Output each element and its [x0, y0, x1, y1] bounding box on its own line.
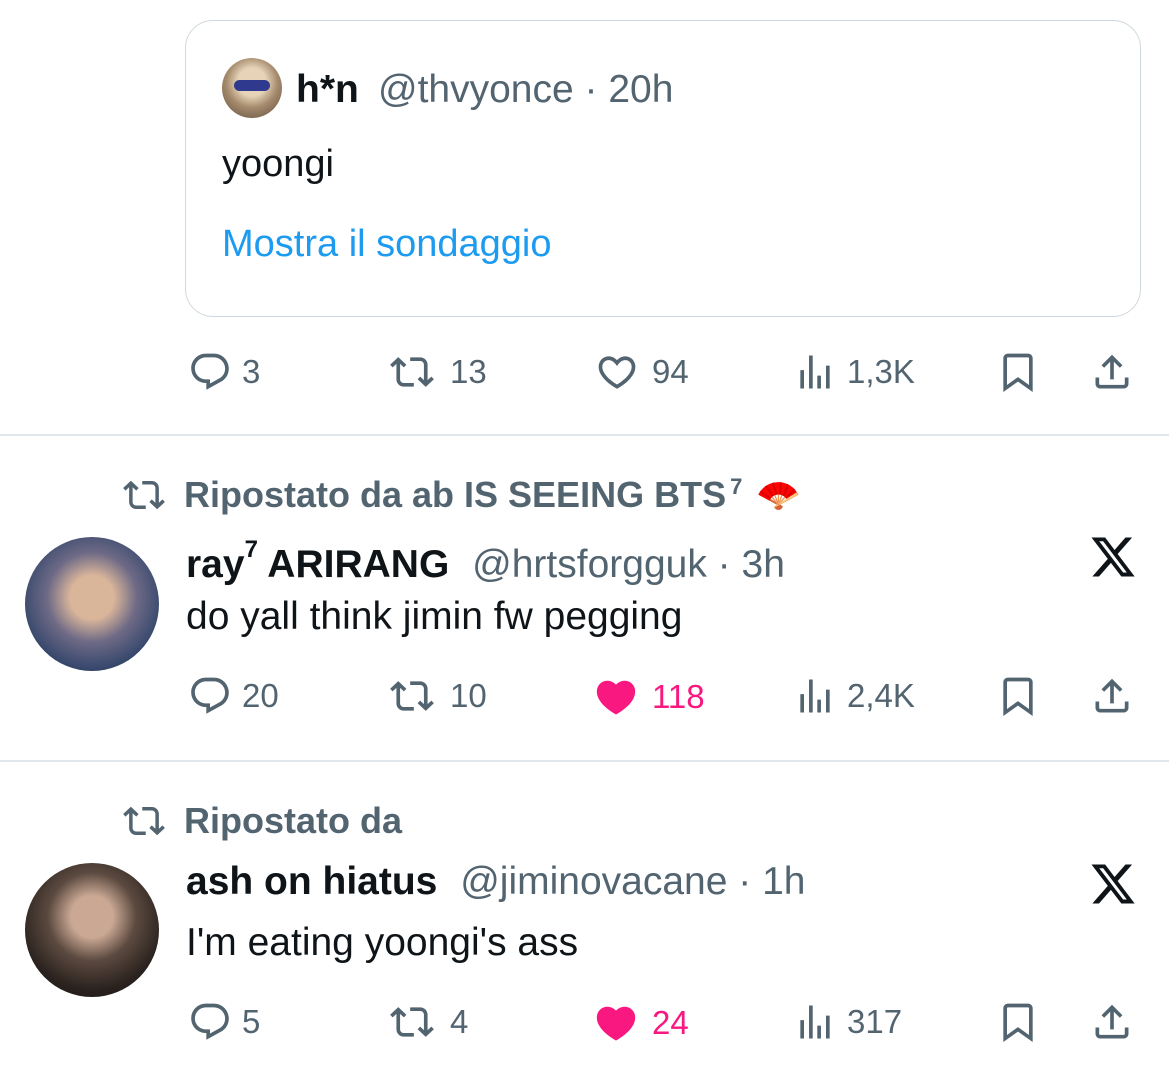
reply-icon — [188, 350, 232, 394]
reply-icon — [188, 1000, 232, 1044]
heart-filled-icon — [590, 1000, 642, 1046]
tweet-author-line[interactable]: ray7 ARIRANG @hrtsforgguk · 3h — [186, 530, 785, 591]
reply-icon — [188, 674, 232, 718]
reply-count: 20 — [242, 677, 279, 714]
heart-filled-icon — [590, 674, 642, 720]
repost-count: 4 — [450, 1003, 469, 1040]
repost-icon — [118, 800, 170, 842]
views-icon — [793, 350, 837, 394]
author-name-superscript: 7 — [244, 536, 258, 563]
repost-count: 13 — [450, 353, 487, 390]
bookmark-icon — [996, 674, 1040, 718]
bookmark-button[interactable] — [996, 350, 1040, 394]
reposted-by-label: Ripostato da ab IS SEEING BTS — [184, 474, 727, 515]
like-count: 94 — [652, 353, 689, 390]
share-icon — [1088, 1000, 1136, 1044]
views-button[interactable]: 317 — [793, 1000, 902, 1044]
views-icon — [793, 674, 837, 718]
tweet-author-handle: @jiminovacane · 1h — [460, 860, 806, 903]
share-icon — [1088, 674, 1136, 718]
bookmark-button[interactable] — [996, 1000, 1040, 1044]
bookmark-icon — [996, 1000, 1040, 1044]
repost-icon — [384, 674, 440, 718]
show-poll-link[interactable]: Mostra il sondaggio — [222, 218, 552, 270]
tweet-author-name[interactable]: ash on hiatus — [186, 860, 437, 903]
views-count: 2,4K — [847, 677, 915, 714]
reply-count: 3 — [242, 353, 261, 390]
quote-author-avatar[interactable] — [222, 58, 282, 118]
like-button[interactable]: 24 — [590, 1000, 689, 1046]
repost-count: 10 — [450, 677, 487, 714]
views-button[interactable]: 1,3K — [793, 350, 915, 394]
repost-button[interactable]: 10 — [384, 674, 487, 718]
tweet-text: I'm eating yoongi's ass — [186, 921, 579, 964]
bookmark-button[interactable] — [996, 674, 1040, 718]
tweet-author-handle: @hrtsforgguk · 3h — [472, 543, 785, 586]
reposted-by-line[interactable]: Ripostato da — [118, 800, 402, 842]
like-count: 118 — [652, 678, 705, 715]
views-count: 317 — [847, 1003, 903, 1040]
tweet-author-line[interactable]: ash on hiatus @jiminovacane · 1h — [186, 856, 805, 908]
quote-author-name[interactable]: h*n — [296, 62, 359, 118]
bookmark-icon — [996, 350, 1040, 394]
views-icon — [793, 1000, 837, 1044]
reply-button[interactable]: 20 — [188, 674, 279, 718]
x-logo-icon — [1088, 860, 1138, 908]
repost-icon — [384, 350, 440, 394]
reposted-by-label: Ripostato da — [184, 800, 403, 841]
share-button[interactable] — [1088, 350, 1136, 394]
views-button[interactable]: 2,4K — [793, 674, 915, 718]
reply-button[interactable]: 3 — [188, 350, 260, 394]
divider — [0, 760, 1169, 762]
reply-count: 5 — [242, 1003, 261, 1040]
share-icon — [1088, 350, 1136, 394]
reposted-by-superscript: 7 — [730, 474, 743, 499]
like-button[interactable]: 94 — [592, 350, 689, 394]
fan-emoji: 🪭 — [756, 474, 802, 515]
tweet-text: do yall think jimin fw pegging — [186, 595, 683, 638]
share-button[interactable] — [1088, 674, 1136, 718]
heart-icon — [592, 350, 642, 394]
divider — [0, 434, 1169, 436]
tweet-author-name-suffix: ARIRANG — [257, 543, 450, 586]
reply-button[interactable]: 5 — [188, 1000, 260, 1044]
tweet-author-name[interactable]: ray — [186, 543, 245, 586]
quote-author-handle: @thvyonce · 20h — [378, 68, 674, 111]
repost-icon — [118, 474, 170, 516]
like-count: 24 — [652, 1004, 689, 1041]
avatar[interactable] — [25, 863, 159, 997]
quote-text: yoongi — [222, 143, 334, 185]
share-button[interactable] — [1088, 1000, 1136, 1044]
like-button[interactable]: 118 — [590, 674, 705, 720]
reposted-by-line[interactable]: Ripostato da ab IS SEEING BTS 7 🪭 — [118, 474, 801, 516]
repost-button[interactable]: 4 — [384, 1000, 468, 1044]
avatar[interactable] — [25, 537, 159, 671]
x-logo-icon — [1088, 533, 1138, 581]
views-count: 1,3K — [847, 353, 915, 390]
repost-button[interactable]: 13 — [384, 350, 487, 394]
repost-icon — [384, 1000, 440, 1044]
